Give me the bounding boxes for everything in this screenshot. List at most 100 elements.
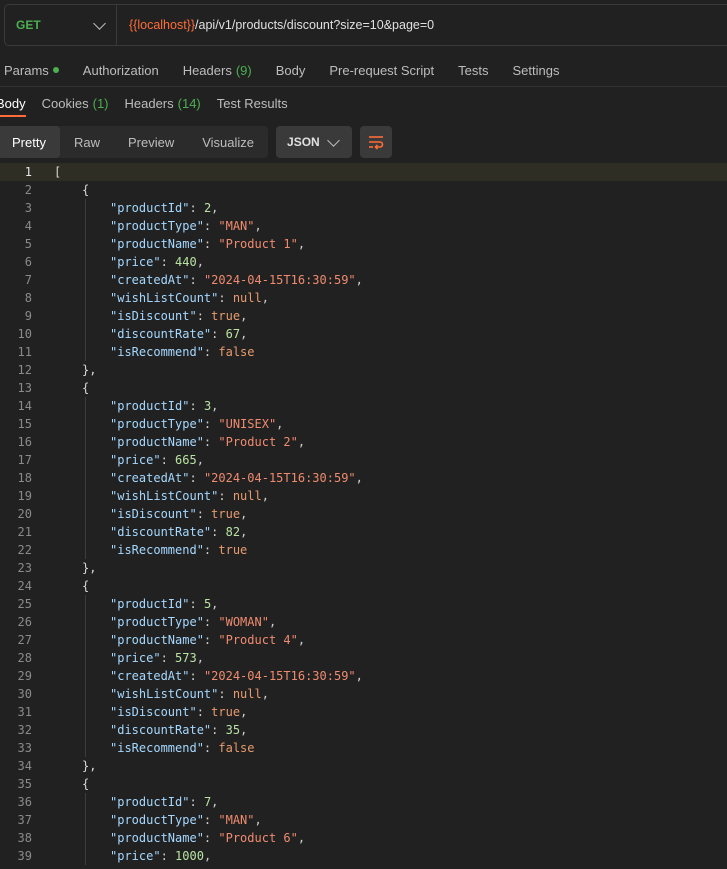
tab-settings[interactable]: Settings xyxy=(500,63,571,78)
indent-guide xyxy=(85,325,86,343)
code-text: "isDiscount": true, xyxy=(110,703,247,721)
indent-guide xyxy=(85,649,86,667)
tab-tests-label: Tests xyxy=(458,62,489,78)
code-text: "discountRate": 67, xyxy=(110,325,247,343)
json-punctuation: , xyxy=(196,453,204,467)
json-key: "price" xyxy=(110,453,161,467)
indent-guide xyxy=(85,469,86,487)
response-tab-body[interactable]: Body xyxy=(0,90,34,117)
json-string: "Product 2" xyxy=(218,435,298,449)
json-string: "Product 1" xyxy=(218,237,298,251)
code-line: 28 "price": 573, xyxy=(0,649,727,667)
indent-guide xyxy=(85,289,86,307)
code-text: "productId": 2, xyxy=(110,199,218,217)
json-punctuation: , xyxy=(355,669,363,683)
line-number: 22 xyxy=(17,543,32,557)
line-number: 25 xyxy=(17,597,32,611)
json-key: "discountRate" xyxy=(110,723,212,737)
line-number: 20 xyxy=(17,507,32,521)
indent-guide xyxy=(85,847,86,865)
json-punctuation: , xyxy=(268,615,277,629)
json-key: "createdAt" xyxy=(110,273,190,287)
code-line: 32 "discountRate": 35, xyxy=(0,721,727,739)
json-punctuation: : xyxy=(218,489,233,503)
code-line: 10 "discountRate": 67, xyxy=(0,325,727,343)
json-punctuation: : xyxy=(189,597,204,611)
json-punctuation: : xyxy=(203,813,219,827)
json-punctuation: , xyxy=(261,291,269,305)
tab-tests[interactable]: Tests xyxy=(446,63,500,78)
wrap-lines-button[interactable] xyxy=(360,126,393,158)
indent-guide xyxy=(85,217,86,235)
response-body-editor[interactable]: 1[2{3 "productId": 2, 4 "productType": "MAN… xyxy=(0,163,727,869)
view-pretty-button[interactable]: Pretty xyxy=(0,126,60,158)
code-text: { xyxy=(82,379,89,397)
tab-body[interactable]: Body xyxy=(264,63,318,78)
code-line: 36 "productId": 7, xyxy=(0,793,727,811)
response-tabs: Body Cookies (1) Headers (14) Test Results xyxy=(0,90,727,117)
code-line: 37 "productType": "MAN", xyxy=(0,811,727,829)
json-punctuation: , xyxy=(211,795,219,809)
line-number: 11 xyxy=(17,345,32,359)
tab-headers[interactable]: Headers (9) xyxy=(171,63,264,78)
json-number: 573 xyxy=(175,651,197,665)
json-key: "productName" xyxy=(110,435,204,449)
tab-settings-label: Settings xyxy=(512,62,560,78)
url-input[interactable]: {{localhost}}/api/v1/products/discount?s… xyxy=(117,18,434,32)
code-text: "productType": "UNISEX", xyxy=(110,415,283,433)
json-punctuation: : xyxy=(203,417,219,431)
tab-prerequest-script[interactable]: Pre-request Script xyxy=(317,63,446,78)
response-tab-test-results[interactable]: Test Results xyxy=(209,90,296,116)
code-text: "isRecommend": false xyxy=(110,343,255,361)
response-tab-cookies[interactable]: Cookies (1) xyxy=(34,90,117,116)
line-number: 37 xyxy=(17,813,32,827)
json-punctuation: : xyxy=(203,219,219,233)
response-tab-headers[interactable]: Headers (14) xyxy=(117,90,209,116)
code-line: 15 "productType": "UNISEX", xyxy=(0,415,727,433)
code-line: 8 "wishListCount": null, xyxy=(0,289,727,307)
response-tab-headers-label: Headers xyxy=(124,95,174,111)
json-key: "isRecommend" xyxy=(110,741,204,755)
code-line: 33 "isRecommend": false xyxy=(0,739,727,757)
view-raw-button[interactable]: Raw xyxy=(60,126,114,158)
code-text: "isDiscount": true, xyxy=(110,505,247,523)
code-line: 38 "productName": "Product 6", xyxy=(0,829,727,847)
view-preview-button[interactable]: Preview xyxy=(114,126,188,158)
code-line: 14 "productId": 3, xyxy=(0,397,727,415)
url-variable: {{localhost}} xyxy=(129,18,196,32)
json-punctuation: , xyxy=(297,237,306,251)
json-key: "productType" xyxy=(110,417,204,431)
json-punctuation: : xyxy=(211,525,226,539)
code-text: "discountRate": 35, xyxy=(110,721,247,739)
json-literal: false xyxy=(218,741,255,755)
indent-guide xyxy=(85,631,86,649)
line-number: 32 xyxy=(17,723,32,737)
json-literal: true xyxy=(211,705,241,719)
indent-guide xyxy=(85,703,86,721)
format-select[interactable]: JSON xyxy=(276,126,353,158)
json-punctuation: , xyxy=(261,687,269,701)
view-visualize-button[interactable]: Visualize xyxy=(188,126,268,158)
code-text: { xyxy=(82,181,89,199)
json-string: "UNISEX" xyxy=(218,417,277,431)
method-select[interactable]: GET xyxy=(5,5,117,45)
code-line: 9 "isDiscount": true, xyxy=(0,307,727,325)
json-key: "wishListCount" xyxy=(110,489,219,503)
json-bracket: { xyxy=(82,381,90,395)
indent-guide xyxy=(85,415,86,433)
json-key: "productType" xyxy=(110,219,204,233)
tab-params[interactable]: Params xyxy=(0,63,71,78)
tab-authorization[interactable]: Authorization xyxy=(71,63,171,78)
indent-guide xyxy=(85,433,86,451)
json-number: 35 xyxy=(225,723,241,737)
code-text: "productId": 3, xyxy=(110,397,218,415)
line-number: 33 xyxy=(17,741,32,755)
line-number: 29 xyxy=(17,669,32,683)
code-line: 24 { xyxy=(0,577,727,595)
indent-guide xyxy=(85,793,86,811)
code-text: { xyxy=(82,775,89,793)
code-line: 20 "isDiscount": true, xyxy=(0,505,727,523)
indent-guide xyxy=(85,505,86,523)
json-punctuation: : xyxy=(203,435,219,449)
code-line: 11 "isRecommend": false xyxy=(0,343,727,361)
